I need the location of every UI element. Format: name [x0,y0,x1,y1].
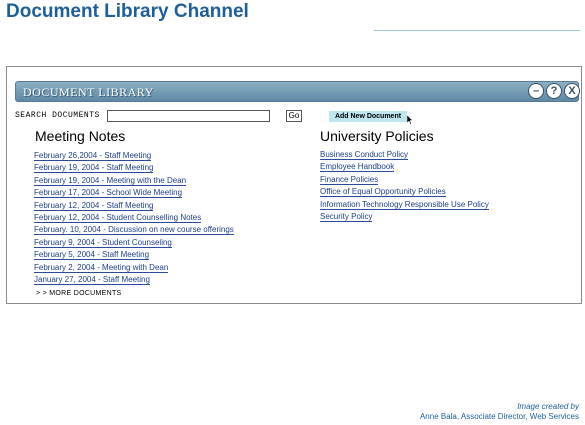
meeting-note-link[interactable]: February 12, 2004 - Student Counselling … [34,212,202,223]
policy-link[interactable]: Security Policy [320,211,373,222]
portlet-header: DOCUMENT LIBRARY – ? X [15,81,580,102]
university-policies-heading: University Policies [320,128,434,144]
list-item[interactable]: February 12, 2004 - Student Counselling … [34,212,234,224]
meeting-note-link[interactable]: February 26,2004 - Staff Meeting [34,151,152,161]
list-item[interactable]: Security Policy [320,211,489,223]
more-documents-link[interactable]: > > MORE DOCUMENTS [36,290,122,297]
meeting-note-link[interactable]: February 12, 2004 - Staff Meeting [34,200,154,211]
meeting-note-link[interactable]: February 9, 2004 - Student Counseling [34,237,172,248]
list-item[interactable]: February 26,2004 - Staff Meeting [34,150,234,162]
meeting-note-link[interactable]: February. 10, 2004 - Discussion on new c… [34,225,234,236]
list-item[interactable]: Business Conduct Policy [320,149,489,161]
list-item[interactable]: Office of Equal Opportunity Policies [320,186,489,198]
image-credit: Image created by Anne Bala, Associate Di… [420,402,579,422]
list-item[interactable]: Finance Policies [320,174,489,186]
policy-link[interactable]: Employee Handbook [320,162,395,173]
meeting-note-link[interactable]: January 27, 2004 - Staff Meeting [34,274,150,285]
help-icon[interactable]: ? [546,83,562,99]
mouse-pointer-icon [407,115,413,125]
portlet-title: DOCUMENT LIBRARY [23,85,154,99]
list-item[interactable]: February 19, 2004 - Staff Meeting [34,162,234,174]
list-item[interactable]: Information Technology Responsible Use P… [320,199,489,211]
meeting-notes-heading: Meeting Notes [35,128,126,144]
add-new-document-button[interactable]: Add New Document [329,111,407,122]
list-item[interactable]: Employee Handbook [320,161,489,173]
go-button[interactable]: Go [286,110,302,122]
credit-line: Image created by [517,402,579,411]
meeting-notes-list: February 26,2004 - Staff Meeting Februar… [34,150,234,286]
title-divider [374,30,580,31]
list-item[interactable]: February 19, 2004 - Meeting with the Dea… [34,175,234,187]
search-label: SEARCH DOCUMENTS [15,111,100,120]
list-item[interactable]: January 27, 2004 - Staff Meeting [34,274,234,286]
meeting-note-link[interactable]: February 17, 2004 - School Wide Meeting [34,188,183,199]
meeting-note-link[interactable]: February 19, 2004 - Staff Meeting [34,163,154,174]
list-item[interactable]: February. 10, 2004 - Discussion on new c… [34,224,234,236]
document-library-portlet: DOCUMENT LIBRARY – ? X SEARCH DOCUMENTS … [6,66,582,304]
meeting-note-link[interactable]: February 19, 2004 - Meeting with the Dea… [34,175,187,186]
search-input[interactable] [107,110,270,122]
list-item[interactable]: February 12, 2004 - Staff Meeting [34,200,234,212]
minimize-icon[interactable]: – [528,83,544,99]
policy-link[interactable]: Information Technology Responsible Use P… [320,199,489,210]
list-item[interactable]: February 2, 2004 - Meeting with Dean [34,262,234,274]
university-policies-list: Business Conduct Policy Employee Handboo… [320,149,489,223]
policy-link[interactable]: Office of Equal Opportunity Policies [320,187,446,198]
meeting-note-link[interactable]: February 2, 2004 - Meeting with Dean [34,262,169,273]
page-title: Document Library Channel [6,1,249,22]
policy-link[interactable]: Business Conduct Policy [320,150,409,160]
list-item[interactable]: February 17, 2004 - School Wide Meeting [34,187,234,199]
policy-link[interactable]: Finance Policies [320,174,379,185]
meeting-note-link[interactable]: February 5, 2004 - Staff Meeting [34,250,150,261]
close-icon[interactable]: X [564,83,580,99]
list-item[interactable]: February 5, 2004 - Staff Meeting [34,249,234,261]
credit-author: Anne Bala, Associate Director, Web Servi… [419,412,579,421]
list-item[interactable]: February 9, 2004 - Student Counseling [34,237,234,249]
